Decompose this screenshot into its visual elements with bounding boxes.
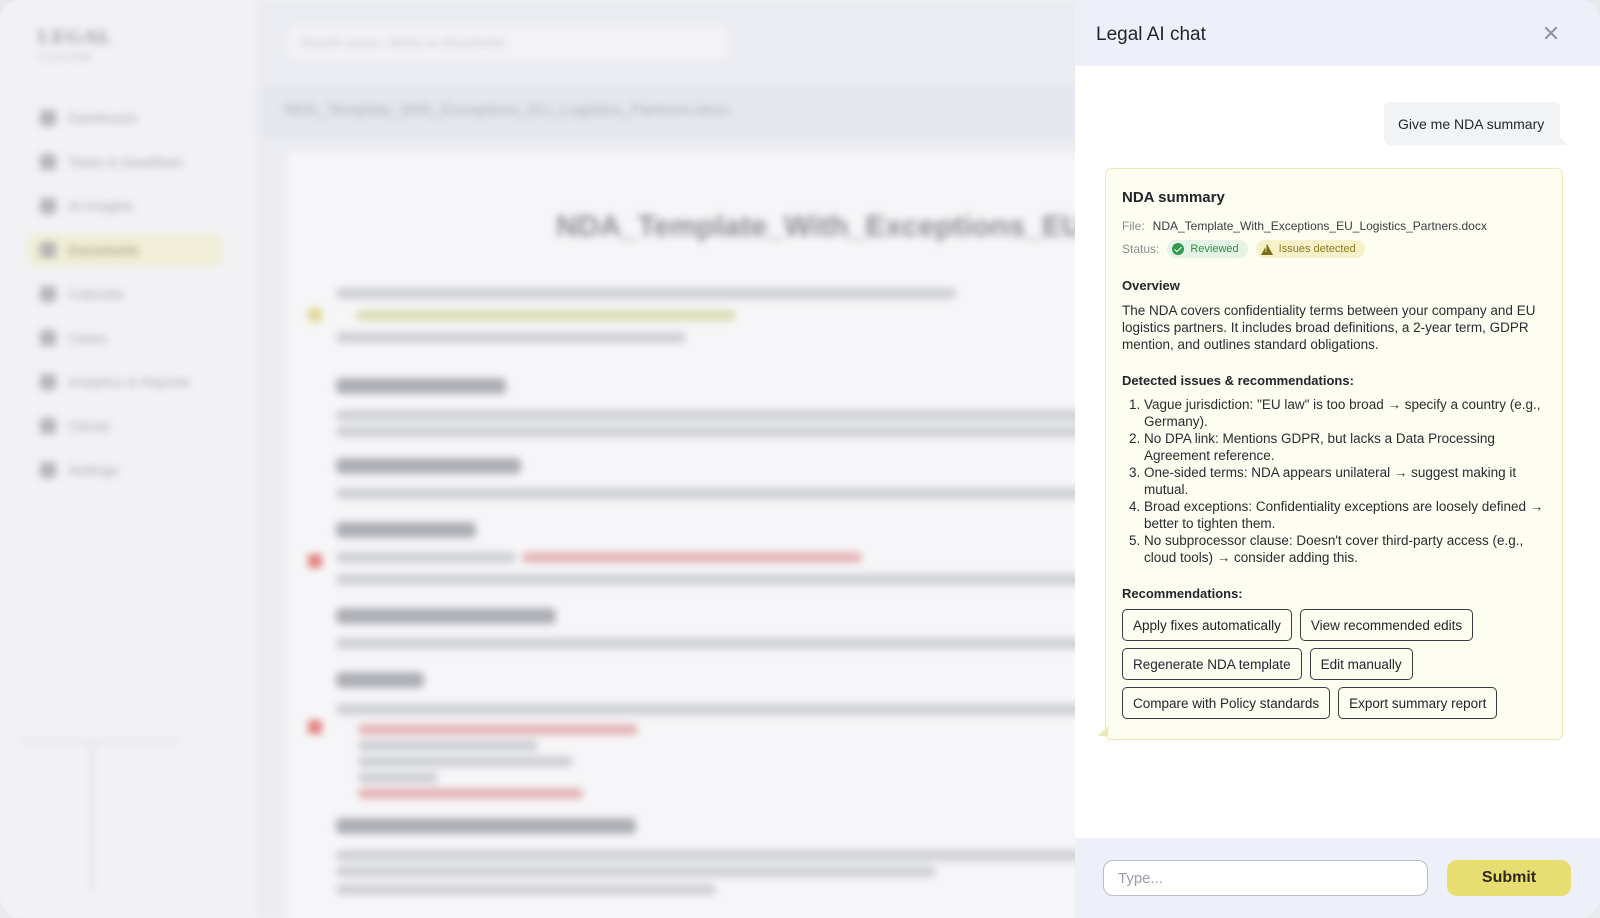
export-report-button[interactable]: Export summary report bbox=[1338, 687, 1498, 719]
issue-item: Vague jurisdiction: "EU law" is too broa… bbox=[1144, 396, 1546, 430]
chat-input[interactable] bbox=[1103, 860, 1428, 896]
close-icon[interactable] bbox=[1538, 20, 1564, 46]
file-name: NDA_Template_With_Exceptions_EU_Logistic… bbox=[1152, 219, 1487, 233]
legal-ai-chat-panel: Legal AI chat Give me NDA summary NDA su… bbox=[1075, 0, 1600, 918]
file-row: File: NDA_Template_With_Exceptions_EU_Lo… bbox=[1122, 219, 1546, 233]
check-circle-icon bbox=[1172, 243, 1185, 255]
regenerate-template-button[interactable]: Regenerate NDA template bbox=[1122, 648, 1302, 680]
issues-detected-badge: Issues detected bbox=[1255, 240, 1365, 258]
app-window: LEGAL CUSTOM Dashboard Tasks & Deadlines… bbox=[0, 0, 1600, 918]
recommendations-heading: Recommendations: bbox=[1122, 586, 1243, 601]
recommendation-actions: Apply fixes automatically View recommend… bbox=[1122, 609, 1546, 719]
issue-item: One-sided terms: NDA appears unilateral … bbox=[1144, 464, 1546, 498]
user-message: Give me NDA summary bbox=[1384, 102, 1568, 145]
submit-button[interactable]: Submit bbox=[1447, 860, 1571, 896]
issues-list: Vague jurisdiction: "EU law" is too broa… bbox=[1144, 396, 1546, 566]
modal-backdrop[interactable] bbox=[0, 0, 1076, 918]
file-label: File: bbox=[1122, 219, 1145, 233]
view-edits-button[interactable]: View recommended edits bbox=[1299, 609, 1474, 641]
status-row: Status: Reviewed Issues detected bbox=[1122, 240, 1546, 258]
chat-composer: Submit bbox=[1075, 838, 1600, 918]
apply-fixes-button[interactable]: Apply fixes automatically bbox=[1122, 609, 1292, 641]
reviewed-badge: Reviewed bbox=[1167, 240, 1248, 258]
overview-text: The NDA covers confidentiality terms bet… bbox=[1122, 303, 1536, 352]
chat-title: Legal AI chat bbox=[1096, 24, 1206, 45]
issues-heading: Detected issues & recommendations: bbox=[1122, 373, 1354, 388]
issue-item: No DPA link: Mentions GDPR, but lacks a … bbox=[1144, 430, 1546, 464]
overview-heading: Overview bbox=[1122, 278, 1180, 293]
status-label: Status: bbox=[1122, 242, 1160, 256]
issue-item: Broad exceptions: Confidentiality except… bbox=[1144, 498, 1546, 532]
nda-summary-card: NDA summary File: NDA_Template_With_Exce… bbox=[1098, 168, 1563, 740]
edit-manually-button[interactable]: Edit manually bbox=[1309, 648, 1413, 680]
summary-title: NDA summary bbox=[1122, 189, 1225, 206]
warning-icon bbox=[1260, 243, 1273, 255]
chat-header: Legal AI chat bbox=[1075, 0, 1600, 66]
issue-item: No subprocessor clause: Doesn't cover th… bbox=[1144, 532, 1546, 566]
compare-policy-button[interactable]: Compare with Policy standards bbox=[1122, 687, 1331, 719]
